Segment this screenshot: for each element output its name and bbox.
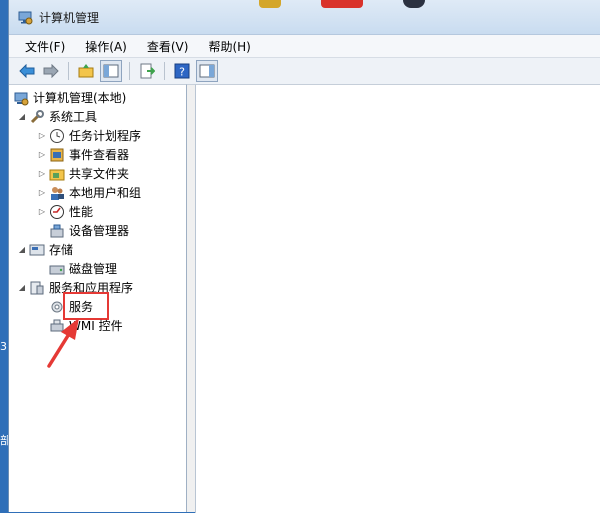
tree-node-performance[interactable]: ▷ 性能 bbox=[9, 202, 186, 221]
tools-icon bbox=[30, 109, 44, 123]
menu-file[interactable]: 文件(F) bbox=[17, 36, 73, 57]
navigation-tree[interactable]: 计算机管理(本地) ◢ 系统工具 ▷ 任务计划程序 ▷ 事件查看器 ▷ 共享文件… bbox=[9, 84, 187, 512]
tree-node-local-users[interactable]: ▷ 本地用户和组 bbox=[9, 183, 186, 202]
toolbar-separator bbox=[164, 62, 165, 80]
collapse-arrow-icon[interactable]: ◢ bbox=[17, 283, 27, 292]
svg-text:?: ? bbox=[179, 66, 185, 79]
clock-icon bbox=[50, 128, 64, 143]
export-list-icon bbox=[140, 63, 155, 79]
tree-label: 磁盘管理 bbox=[69, 262, 118, 276]
tree-label: 设备管理器 bbox=[69, 224, 130, 238]
expand-arrow-icon[interactable]: ▷ bbox=[37, 188, 47, 197]
back-button[interactable] bbox=[17, 61, 37, 81]
toolbar-separator bbox=[129, 62, 130, 80]
shared-folder-icon bbox=[49, 169, 65, 180]
back-icon bbox=[19, 64, 35, 78]
menu-help[interactable]: 帮助(H) bbox=[200, 36, 258, 57]
title-bar[interactable]: 计算机管理 bbox=[9, 0, 600, 35]
tree-label: 存储 bbox=[49, 243, 74, 257]
device-manager-icon bbox=[50, 224, 64, 237]
up-folder-button[interactable] bbox=[76, 61, 96, 81]
expand-arrow-icon[interactable]: ▷ bbox=[37, 131, 47, 140]
show-hide-tree-button[interactable] bbox=[100, 60, 122, 82]
tree-node-services[interactable]: 服务 bbox=[9, 292, 186, 320]
forward-button[interactable] bbox=[41, 61, 61, 81]
expand-arrow-icon[interactable]: ▷ bbox=[37, 169, 47, 178]
tree-node-wmi-control[interactable]: WMI 控件 bbox=[9, 316, 186, 335]
tree-node-shared-folders[interactable]: ▷ 共享文件夹 bbox=[9, 164, 186, 183]
taskbar-icon-fragment bbox=[259, 0, 281, 8]
users-icon bbox=[51, 186, 64, 200]
tree-label: 系统工具 bbox=[49, 110, 98, 124]
tree-label: 共享文件夹 bbox=[69, 167, 130, 181]
tree-node-device-manager[interactable]: 设备管理器 bbox=[9, 221, 186, 240]
annotation-arrow bbox=[47, 318, 79, 368]
storage-icon bbox=[29, 244, 45, 255]
toolbar: ? bbox=[9, 58, 600, 85]
tree-node-disk-management[interactable]: 磁盘管理 bbox=[9, 259, 186, 278]
expand-arrow-icon[interactable]: ▷ bbox=[37, 150, 47, 159]
forward-icon bbox=[43, 64, 59, 78]
window-title: 计算机管理 bbox=[39, 10, 100, 25]
taskbar-icon-fragment bbox=[321, 0, 363, 8]
performance-icon bbox=[50, 204, 64, 219]
tree-node-root[interactable]: 计算机管理(本地) bbox=[9, 88, 186, 107]
tree-node-system-tools[interactable]: ◢ 系统工具 bbox=[9, 107, 186, 126]
taskbar-icon-fragment bbox=[403, 0, 425, 8]
tree-label: 事件查看器 bbox=[69, 148, 130, 162]
collapse-arrow-icon[interactable]: ◢ bbox=[17, 112, 27, 121]
computer-management-window: 计算机管理 文件(F) 操作(A) 查看(V) 帮助(H) ? 计算机管理(本地… bbox=[8, 0, 600, 513]
event-viewer-icon bbox=[50, 148, 64, 161]
tree-label: 性能 bbox=[69, 205, 94, 219]
content-area: 计算机管理(本地) ◢ 系统工具 ▷ 任务计划程序 ▷ 事件查看器 ▷ 共享文件… bbox=[9, 84, 600, 513]
tree-label: 计算机管理(本地) bbox=[33, 91, 127, 105]
tree-label: 本地用户和组 bbox=[69, 186, 142, 200]
menu-action[interactable]: 操作(A) bbox=[77, 36, 135, 57]
action-pane-button[interactable] bbox=[196, 60, 218, 82]
services-apps-icon bbox=[30, 281, 44, 294]
disk-icon bbox=[49, 265, 65, 274]
action-pane-icon bbox=[199, 64, 215, 78]
help-button[interactable]: ? bbox=[172, 61, 192, 81]
tree-node-task-scheduler[interactable]: ▷ 任务计划程序 bbox=[9, 126, 186, 145]
toolbar-separator bbox=[68, 62, 69, 80]
expand-arrow-icon[interactable]: ▷ bbox=[37, 207, 47, 216]
menu-bar: 文件(F) 操作(A) 查看(V) 帮助(H) bbox=[9, 35, 600, 58]
help-icon: ? bbox=[174, 63, 190, 79]
menu-view[interactable]: 查看(V) bbox=[139, 36, 197, 57]
details-pane[interactable] bbox=[195, 84, 600, 513]
tree-node-event-viewer[interactable]: ▷ 事件查看器 bbox=[9, 145, 186, 164]
up-folder-icon bbox=[78, 64, 94, 78]
collapse-arrow-icon[interactable]: ◢ bbox=[17, 245, 27, 254]
tree-label: 任务计划程序 bbox=[69, 129, 142, 143]
show-hide-tree-icon bbox=[103, 64, 119, 78]
computer-management-icon bbox=[18, 11, 33, 25]
export-list-button[interactable] bbox=[137, 61, 157, 81]
computer-management-icon bbox=[14, 92, 29, 105]
desktop-text-fragment: 3 bbox=[0, 340, 7, 353]
tree-node-storage[interactable]: ◢ 存储 bbox=[9, 240, 186, 259]
